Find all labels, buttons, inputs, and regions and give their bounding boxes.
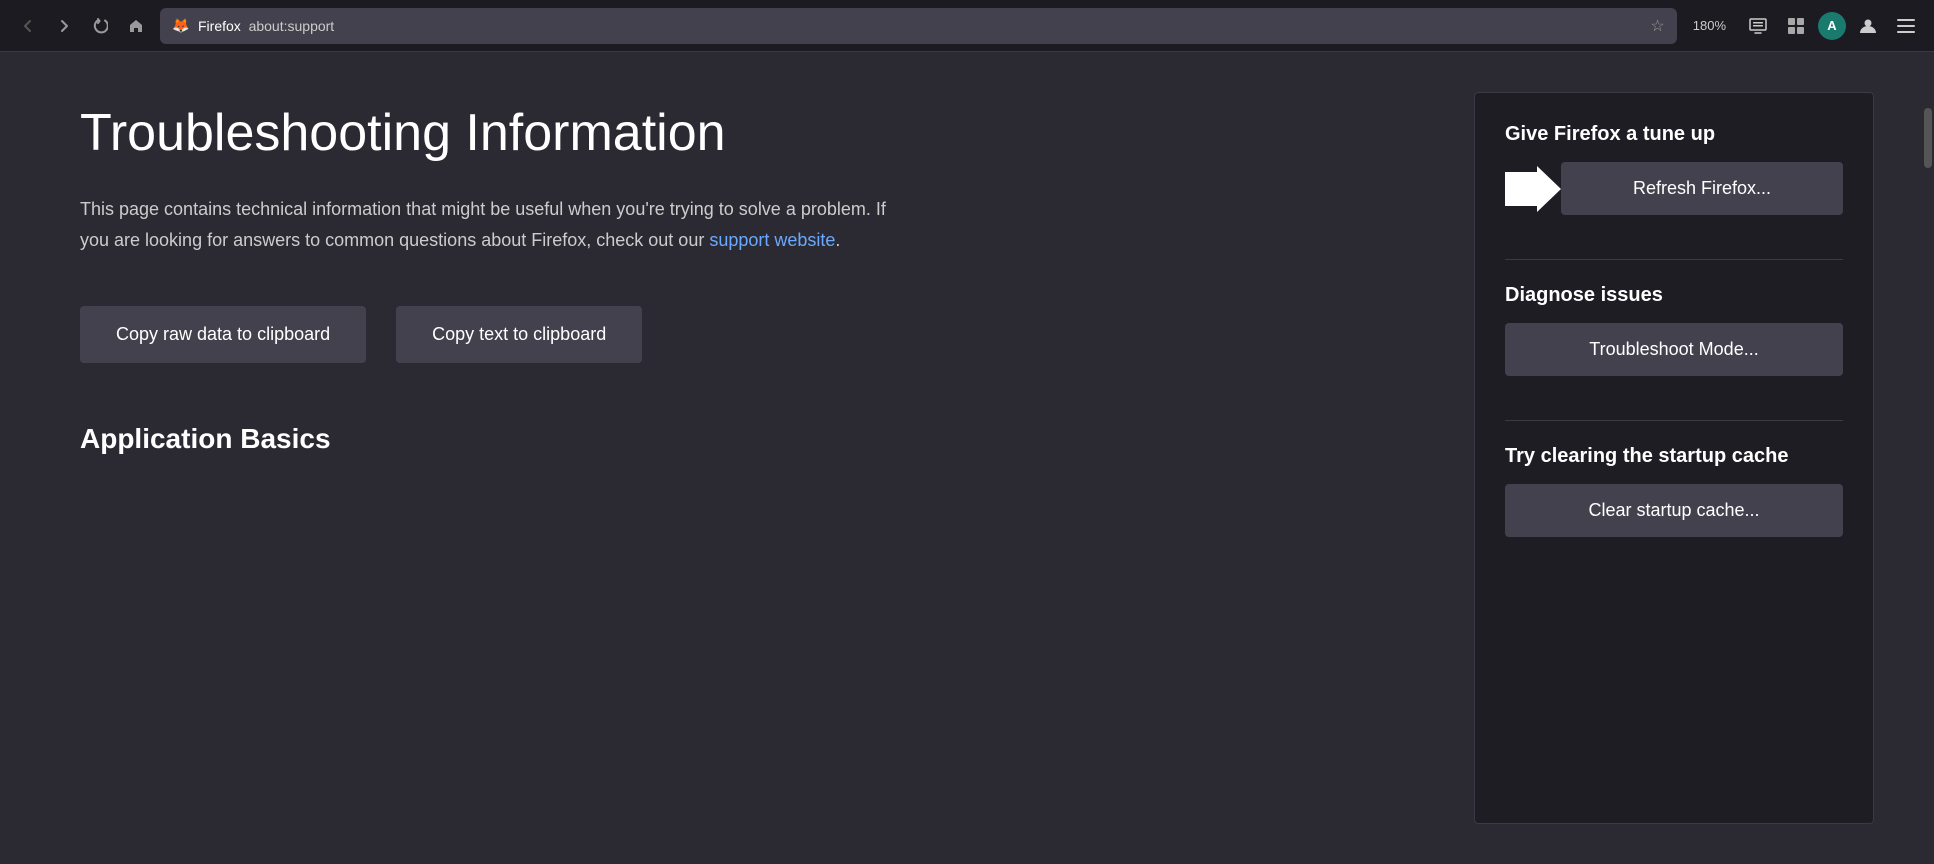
address-bar[interactable]: 🦊 Firefox about:support ☆: [160, 8, 1677, 44]
troubleshoot-mode-button[interactable]: Troubleshoot Mode...: [1505, 323, 1843, 376]
synced-tabs-button[interactable]: [1742, 10, 1774, 42]
home-button[interactable]: [120, 10, 152, 42]
nav-buttons: [12, 10, 152, 42]
reload-button[interactable]: [84, 10, 116, 42]
bookmark-star-button[interactable]: ☆: [1650, 16, 1664, 36]
sidebar-panel: Give Firefox a tune up Refresh Firefox..…: [1474, 92, 1874, 824]
toolbar-right: A: [1742, 10, 1922, 42]
firefox-icon: 🦊: [172, 17, 190, 35]
back-button[interactable]: [12, 10, 44, 42]
page-title: Troubleshooting Information: [80, 102, 1374, 164]
refresh-firefox-button[interactable]: Refresh Firefox...: [1561, 162, 1843, 215]
browser-chrome: 🦊 Firefox about:support ☆ 180% A: [0, 0, 1934, 52]
clear-startup-cache-button[interactable]: Clear startup cache...: [1505, 484, 1843, 537]
diagnose-section: Diagnose issues Troubleshoot Mode...: [1505, 284, 1843, 376]
app-basics-title: Application Basics: [80, 423, 1374, 455]
scrollbar-track: [1922, 104, 1934, 864]
divider-1: [1505, 259, 1843, 260]
right-arrow-icon: [1505, 166, 1561, 212]
menu-button[interactable]: [1890, 10, 1922, 42]
zoom-level: 180%: [1685, 18, 1734, 33]
profile-button[interactable]: [1852, 10, 1884, 42]
address-text: Firefox about:support: [198, 18, 1642, 34]
page-description: This page contains technical information…: [80, 194, 900, 255]
clear-cache-title: Try clearing the startup cache: [1505, 445, 1843, 468]
scrollbar-thumb[interactable]: [1924, 108, 1932, 168]
page-content: Troubleshooting Information This page co…: [0, 52, 1934, 864]
divider-2: [1505, 420, 1843, 421]
support-link[interactable]: support website: [709, 230, 835, 250]
containers-button[interactable]: [1780, 10, 1812, 42]
tune-up-section: Give Firefox a tune up Refresh Firefox..…: [1505, 123, 1843, 215]
copy-text-button[interactable]: Copy text to clipboard: [396, 306, 642, 363]
refresh-row: Refresh Firefox...: [1505, 162, 1843, 215]
main-content-area: Troubleshooting Information This page co…: [0, 52, 1454, 864]
avatar-button[interactable]: A: [1818, 12, 1846, 40]
tune-up-title: Give Firefox a tune up: [1505, 123, 1843, 146]
copy-raw-data-button[interactable]: Copy raw data to clipboard: [80, 306, 366, 363]
diagnose-title: Diagnose issues: [1505, 284, 1843, 307]
clear-cache-section: Try clearing the startup cache Clear sta…: [1505, 445, 1843, 537]
forward-button[interactable]: [48, 10, 80, 42]
action-buttons: Copy raw data to clipboard Copy text to …: [80, 306, 1374, 363]
